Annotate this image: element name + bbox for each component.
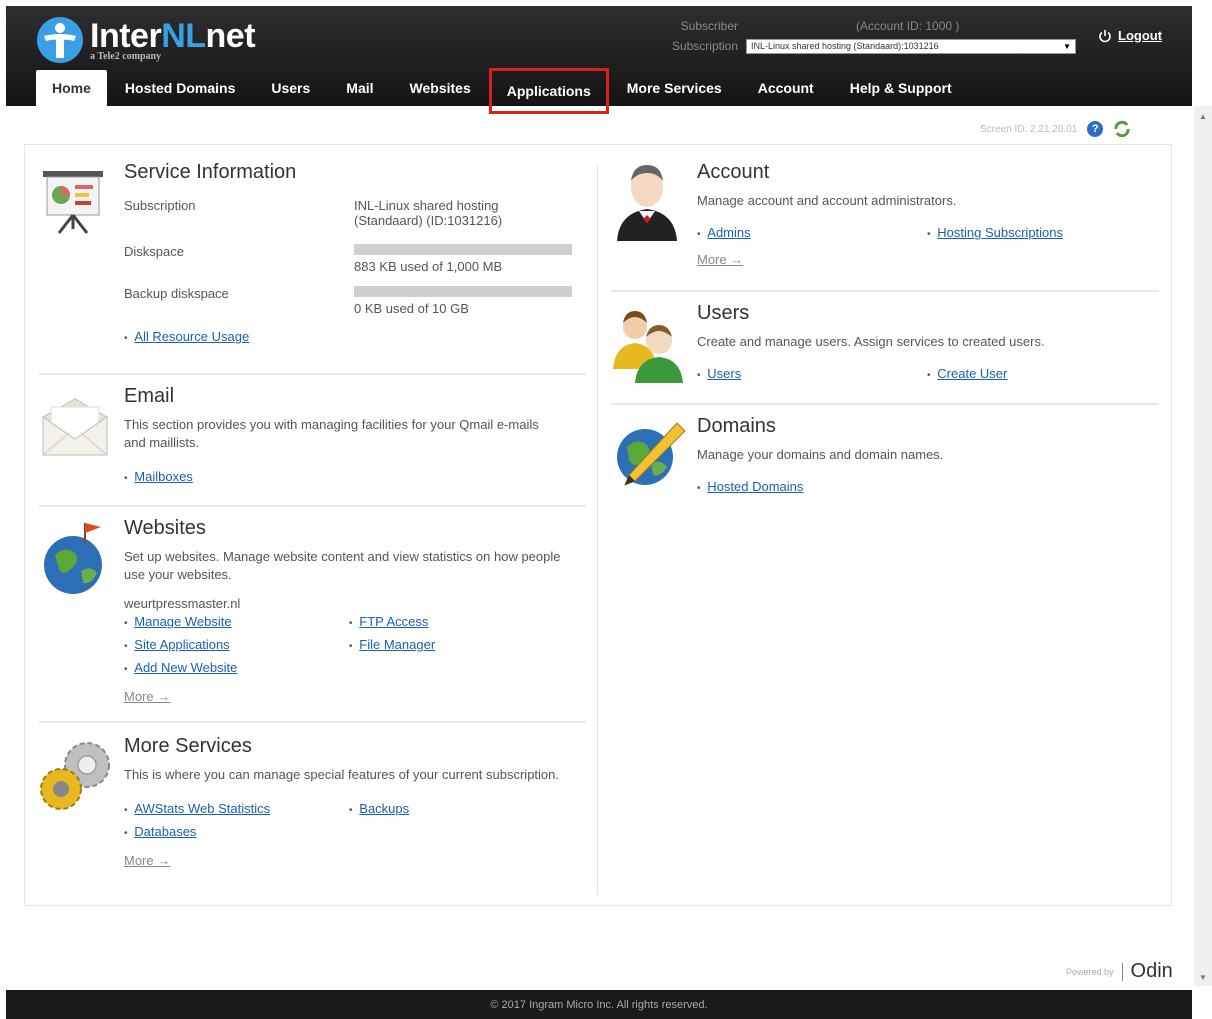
scroll-down-icon[interactable]: ▼ — [1199, 973, 1207, 982]
website-domain: weurtpressmaster.nl — [124, 596, 241, 611]
service-info-section: Service Information Subscription INL-Lin… — [124, 161, 584, 349]
subscription-label: Subscription — [671, 39, 738, 53]
backups-link[interactable]: Backups — [359, 801, 409, 816]
subscription-info: Subscriber (Account ID: 1000 ) Subscript… — [656, 16, 1076, 56]
scroll-up-icon[interactable]: ▲ — [1199, 112, 1207, 121]
odin-logo[interactable]: Odin — [1131, 960, 1173, 983]
page-scrollbar[interactable]: ▲ ▼ — [1194, 106, 1212, 986]
domains-title: Domains — [697, 415, 776, 437]
email-title: Email — [124, 385, 175, 407]
tab-mail[interactable]: Mail — [328, 70, 391, 106]
tab-account[interactable]: Account — [740, 70, 832, 106]
column-divider — [597, 165, 598, 895]
backup-diskspace-value: 0 KB used of 10 GB — [354, 301, 469, 316]
subscription-value-line1: INL-Linux shared hosting — [354, 198, 499, 213]
diskspace-key: Diskspace — [124, 244, 184, 259]
account-id: (Account ID: 1000 ) — [856, 19, 960, 33]
more-services-title: More Services — [124, 735, 252, 757]
hosting-subscriptions-link[interactable]: Hosting Subscriptions — [937, 225, 1063, 240]
powered-by-divider — [1121, 962, 1123, 981]
users-title: Users — [697, 302, 750, 324]
tab-more-services[interactable]: More Services — [609, 70, 740, 106]
subscription-select-value: INL-Linux shared hosting (Standaard):103… — [751, 41, 939, 51]
domains-section: Domains Manage your domains and domain n… — [697, 415, 1157, 499]
globe-icon — [44, 523, 102, 594]
section-separator — [611, 403, 1159, 405]
brand-logo-icon — [37, 17, 83, 63]
copyright-text: © 2017 Ingram Micro Inc. All rights rese… — [490, 998, 708, 1011]
add-new-website-link[interactable]: Add New Website — [134, 660, 237, 675]
account-section: Account Manage account and account admin… — [697, 161, 1157, 269]
diskspace-value: 883 KB used of 1,000 MB — [354, 259, 503, 274]
presentation-board-icon — [43, 171, 103, 234]
tab-applications[interactable]: Applications — [488, 68, 609, 114]
logout-button[interactable]: Logout — [1098, 28, 1162, 43]
domain-globe-pencil-icon — [617, 422, 686, 486]
users-section: Users Create and manage users. Assign se… — [697, 302, 1157, 386]
account-title: Account — [697, 161, 770, 183]
main-nav: Home Hosted Domains Users Mail Websites … — [6, 68, 970, 114]
section-separator — [611, 290, 1159, 292]
websites-section: Websites Set up websites. Manage website… — [124, 517, 574, 706]
all-resource-usage-link[interactable]: All Resource Usage — [134, 329, 249, 344]
account-admin-icon — [617, 165, 677, 241]
site-applications-link[interactable]: Site Applications — [134, 637, 229, 652]
hosted-domains-link[interactable]: Hosted Domains — [707, 479, 803, 494]
databases-link[interactable]: Databases — [134, 824, 196, 839]
more-services-section: More Services This is where you can mana… — [124, 735, 574, 870]
top-header: InterNLnet a Tele2 company Subscriber (A… — [6, 6, 1192, 114]
tab-websites[interactable]: Websites — [392, 70, 489, 106]
websites-description: Set up websites. Manage website content … — [124, 549, 561, 582]
more-services-description: This is where you can manage special fea… — [124, 767, 559, 782]
screen-id-text: Screen ID: 2.21.20.01 — [980, 123, 1078, 135]
page-footer: © 2017 Ingram Micro Inc. All rights rese… — [6, 990, 1192, 1019]
powered-by-label: Powered by — [1066, 966, 1114, 977]
refresh-icon[interactable] — [1113, 120, 1131, 138]
create-user-link[interactable]: Create User — [937, 366, 1007, 381]
account-more-link[interactable]: More → — [697, 252, 743, 267]
home-panel: Service Information Subscription INL-Lin… — [24, 144, 1172, 906]
section-separator — [39, 373, 586, 375]
email-section: Email This section provides you with man… — [124, 385, 564, 489]
awstats-link[interactable]: AWStats Web Statistics — [134, 801, 270, 816]
diskspace-bar — [354, 244, 572, 255]
manage-website-link[interactable]: Manage Website — [134, 614, 231, 629]
help-icon[interactable]: ? — [1087, 121, 1104, 137]
tab-hosted-domains[interactable]: Hosted Domains — [107, 70, 253, 106]
subscription-key: Subscription — [124, 198, 196, 213]
tab-home[interactable]: Home — [36, 70, 107, 106]
account-description: Manage account and account administrator… — [697, 193, 957, 208]
envelope-icon — [42, 398, 108, 456]
subscription-value-line2: (Standaard) (ID:1031216) — [354, 213, 503, 228]
mailboxes-link[interactable]: Mailboxes — [134, 469, 193, 484]
brand-logo[interactable]: InterNLnet a Tele2 company — [36, 16, 256, 64]
file-manager-link[interactable]: File Manager — [359, 637, 435, 652]
screen-id-bar: Screen ID: 2.21.20.01 ? — [980, 120, 1131, 138]
power-icon — [1099, 29, 1111, 42]
tab-help-support[interactable]: Help & Support — [832, 70, 970, 106]
websites-more-link[interactable]: More → — [124, 689, 170, 704]
ftp-access-link[interactable]: FTP Access — [359, 614, 428, 629]
logout-label: Logout — [1118, 28, 1163, 43]
gears-icon — [40, 742, 110, 810]
chevron-down-icon: ▼ — [1063, 41, 1071, 51]
backup-diskspace-key: Backup diskspace — [124, 286, 229, 301]
subscriber-label: Subscriber — [680, 19, 738, 33]
more-services-more-link[interactable]: More → — [124, 853, 170, 868]
users-description: Create and manage users. Assign services… — [697, 334, 1045, 349]
email-description: This section provides you with managing … — [124, 417, 539, 450]
section-separator — [39, 505, 586, 507]
service-info-title: Service Information — [124, 161, 297, 183]
users-link[interactable]: Users — [707, 366, 741, 381]
brand-name: InterNLnet — [90, 16, 256, 55]
tab-users[interactable]: Users — [253, 70, 328, 106]
subscription-select[interactable]: INL-Linux shared hosting (Standaard):103… — [746, 38, 1076, 54]
users-icon — [613, 311, 683, 383]
powered-by: Powered by Odin — [1066, 960, 1173, 983]
admins-link[interactable]: Admins — [707, 225, 750, 240]
backup-diskspace-bar — [354, 286, 572, 297]
domains-description: Manage your domains and domain names. — [697, 447, 944, 462]
section-separator — [39, 721, 586, 723]
websites-title: Websites — [124, 517, 206, 539]
